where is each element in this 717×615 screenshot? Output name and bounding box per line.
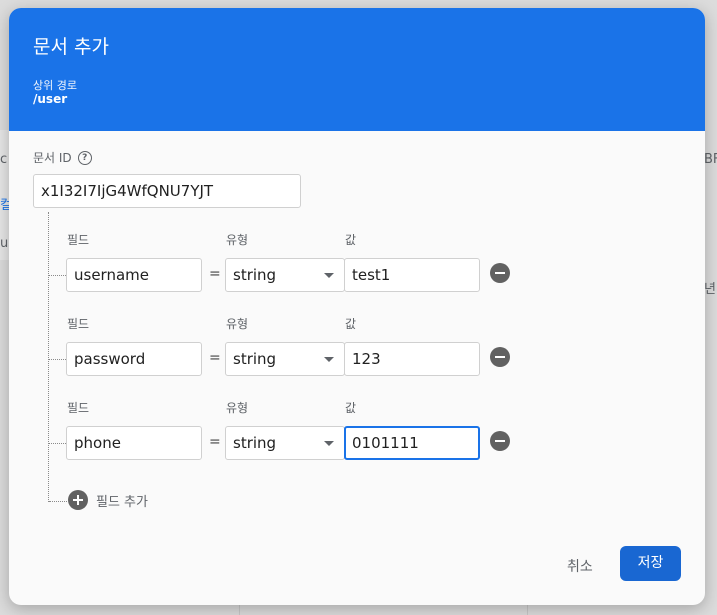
document-id-label-row: 문서 ID ? (33, 149, 92, 166)
parent-path: /user (33, 92, 68, 106)
type-label: 유형 (226, 233, 249, 247)
remove-field-icon[interactable] (490, 431, 510, 451)
remove-field-icon[interactable] (490, 263, 510, 283)
field-type-value: string (233, 266, 277, 284)
field-type-select[interactable]: string (225, 426, 345, 460)
field-value-input[interactable]: 123 (344, 342, 480, 376)
field-type-select[interactable]: string (225, 342, 345, 376)
tree-line (48, 212, 49, 502)
save-button[interactable]: 저장 (620, 546, 681, 581)
add-document-dialog: 문서 추가 상위 경로 /user 문서 ID ? x1I32I7IjG4WfQ… (9, 8, 705, 605)
parent-path-label: 상위 경로 (33, 79, 77, 92)
field-type-value: string (233, 434, 277, 452)
field-label: 필드 (67, 401, 90, 415)
value-label: 값 (345, 317, 357, 331)
field-name-input[interactable]: phone (66, 426, 202, 460)
background-text-fragment: 년 (704, 282, 716, 297)
chevron-down-icon (324, 273, 334, 278)
background-text-fragment: c (0, 152, 8, 167)
help-icon[interactable]: ? (77, 150, 92, 165)
field-label: 필드 (67, 233, 90, 247)
chevron-down-icon (324, 357, 334, 362)
type-label: 유형 (226, 401, 249, 415)
tree-line (49, 501, 67, 502)
tree-line (49, 443, 66, 444)
add-field-button[interactable]: 필드 추가 (68, 490, 148, 510)
field-value-input[interactable]: 0101111 (344, 426, 480, 460)
field-value-input[interactable]: test1 (344, 258, 480, 292)
field-type-value: string (233, 350, 277, 368)
background-text-fragment: BF (704, 152, 717, 167)
dialog-header: 문서 추가 상위 경로 /user (9, 8, 705, 131)
add-field-label: 필드 추가 (96, 494, 148, 510)
chevron-down-icon (324, 441, 334, 446)
field-name-input[interactable]: username (66, 258, 202, 292)
value-label: 값 (345, 401, 357, 415)
field-label: 필드 (67, 317, 90, 331)
value-label: 값 (345, 233, 357, 247)
cancel-button[interactable]: 취소 (559, 552, 601, 580)
field-name-input[interactable]: password (66, 342, 202, 376)
document-id-label: 문서 ID (33, 151, 72, 165)
remove-field-icon[interactable] (490, 347, 510, 367)
tree-line (49, 275, 66, 276)
type-label: 유형 (226, 317, 249, 331)
document-id-input[interactable]: x1I32I7IjG4WfQNU7YJT (33, 174, 301, 208)
add-circle-icon (68, 490, 88, 510)
tree-line (49, 359, 66, 360)
equals-sign: = (209, 266, 221, 282)
field-type-select[interactable]: string (225, 258, 345, 292)
equals-sign: = (209, 434, 221, 450)
dialog-title: 문서 추가 (33, 36, 109, 58)
equals-sign: = (209, 350, 221, 366)
